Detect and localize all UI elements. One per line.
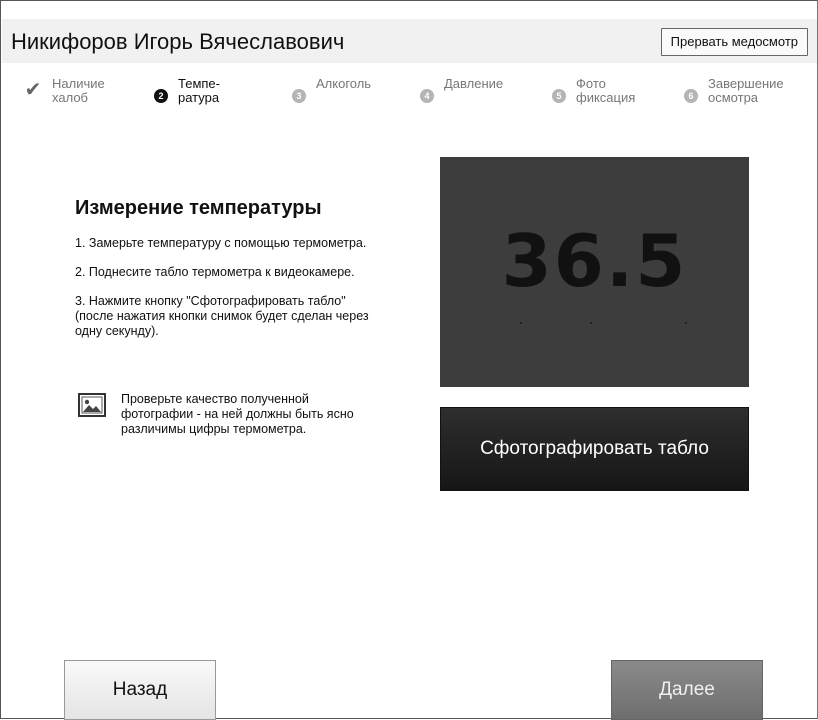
step-number-badge: 3 [292, 89, 306, 103]
step-number-badge: 2 [154, 89, 168, 103]
step-pressure: 4 Давление [420, 77, 503, 103]
progress-steps: ✔ Наличие халоб 2 Темпе- ратура 3 Алкого… [2, 63, 817, 141]
step-label: Алкоголь [316, 76, 372, 91]
step-label: Давление [444, 76, 504, 91]
step-label: Фото фиксация [576, 76, 636, 105]
next-button[interactable]: Далее [611, 660, 763, 720]
step-photo: 5 Фото фиксация [552, 77, 635, 105]
instructions-panel: Измерение температуры 1. Замерьте темпер… [75, 197, 375, 353]
step-number-badge: 5 [552, 89, 566, 103]
abort-exam-button[interactable]: Прервать медосмотр [660, 28, 808, 56]
display-dots [520, 322, 700, 326]
step-number-badge: 4 [420, 89, 434, 103]
step-complaints: ✔ Наличие халоб [24, 77, 105, 105]
back-button[interactable]: Назад [64, 660, 216, 720]
take-photo-button[interactable]: Сфотографировать табло [440, 407, 749, 491]
step-label: Завершение осмотра [708, 76, 784, 105]
instruction-step-2: 2. Поднесите табло термометра к видеокам… [75, 265, 355, 279]
instruction-step-1: 1. Замерьте температуру с помощью термом… [75, 236, 367, 250]
thermometer-reading: 36.5 [501, 219, 688, 303]
app-window: Никифоров Игорь Вячеславович Прервать ме… [0, 0, 818, 720]
step-number-badge: 6 [684, 89, 698, 103]
image-icon [78, 393, 106, 417]
instruction-step-3: 3. Нажмите кнопку "Сфотографировать табл… [75, 294, 369, 338]
checkmark-icon: ✔ [24, 79, 42, 101]
camera-preview: 36.5 [440, 157, 749, 387]
step-label: Наличие халоб [52, 76, 105, 105]
step-alcohol: 3 Алкоголь [292, 77, 371, 103]
patient-name: Никифоров Игорь Вячеславович [11, 29, 345, 54]
step-temperature: 2 Темпе- ратура [154, 77, 220, 105]
step-finish: 6 Завершение осмотра [684, 77, 784, 105]
instructions-title: Измерение температуры [75, 197, 322, 219]
header-bar: Никифоров Игорь Вячеславович Прервать ме… [2, 19, 817, 63]
step-label: Темпе- ратура [178, 76, 220, 105]
tip-text: Проверьте качество полученной фотографии… [121, 392, 354, 436]
